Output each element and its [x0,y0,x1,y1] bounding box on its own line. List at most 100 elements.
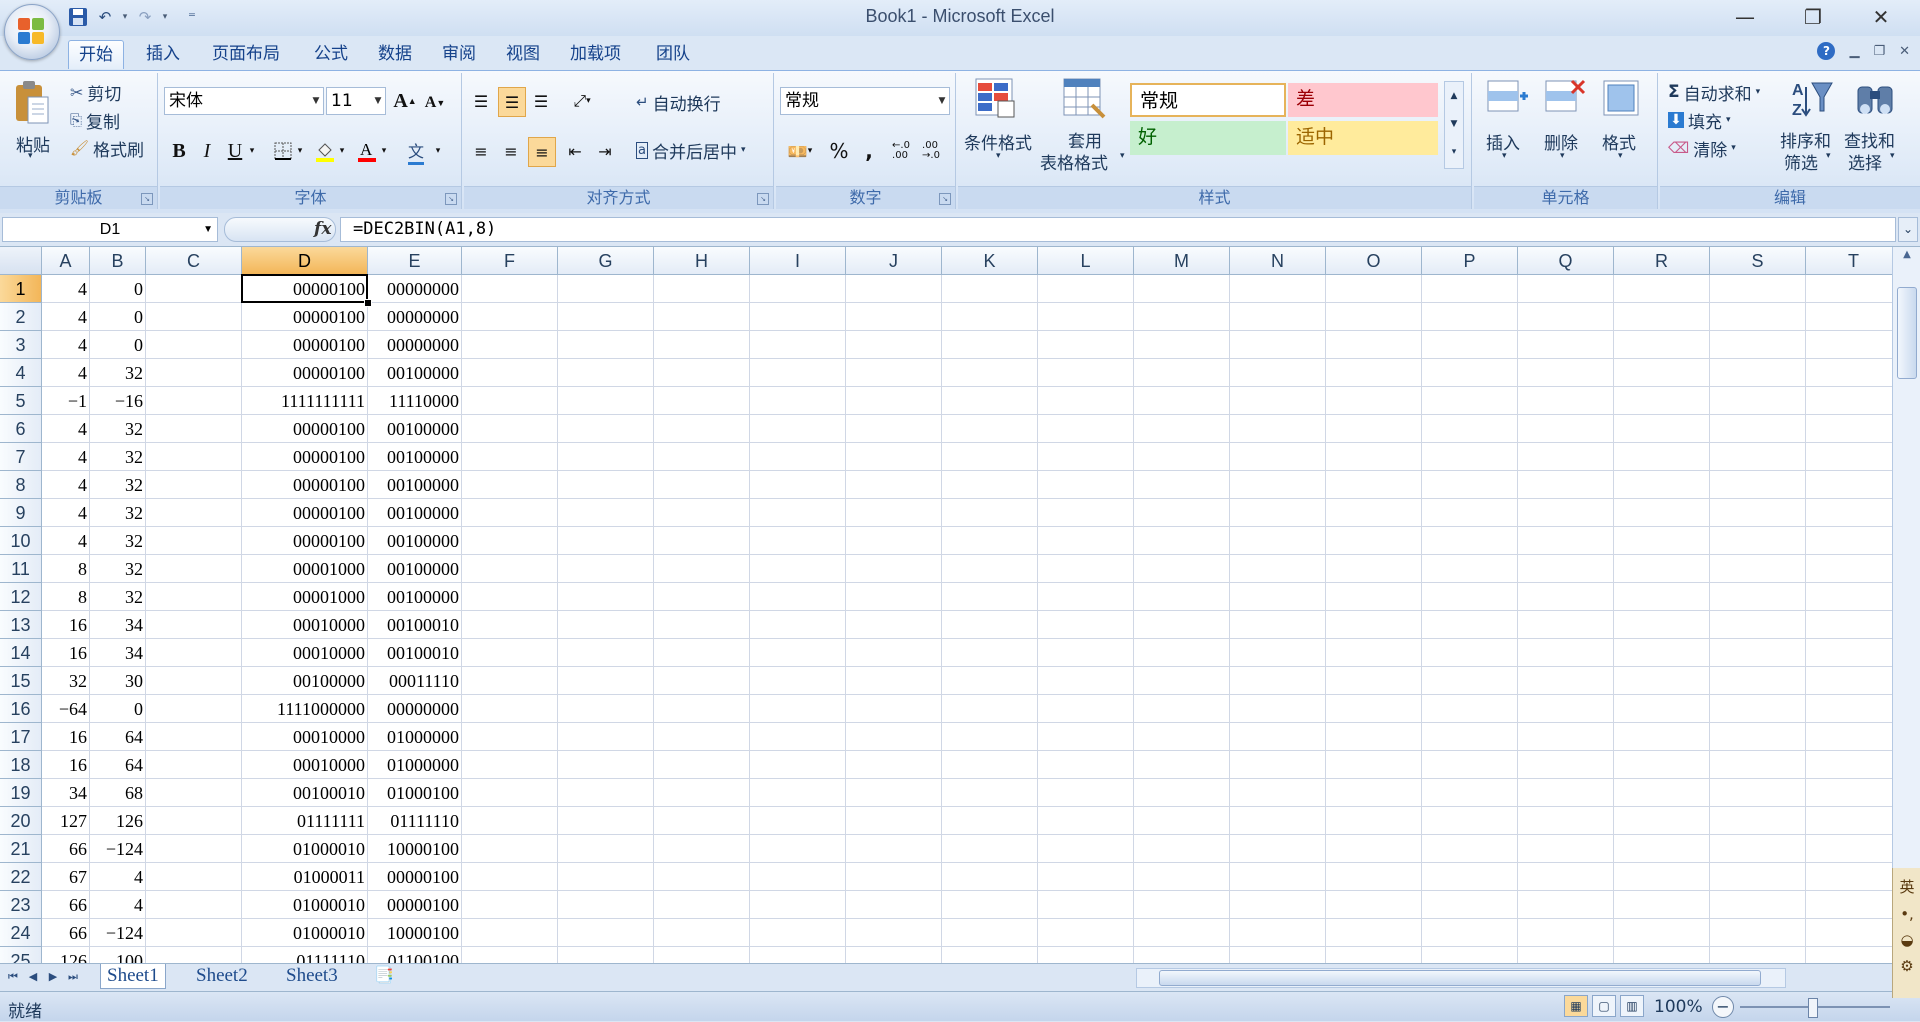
cell-D6[interactable]: 00000100 [242,415,368,443]
tab-view[interactable]: 视图 [496,40,550,68]
cell-D24[interactable]: 01000010 [242,919,368,947]
row-header-7[interactable]: 7 [0,443,42,471]
row-header-6[interactable]: 6 [0,415,42,443]
font-color-dropdown-icon[interactable]: ▾ [378,137,390,165]
cell-A14[interactable]: 16 [42,639,90,667]
name-box[interactable]: D1 ▼ [2,217,218,242]
cell-D16[interactable]: 1111000000 [242,695,368,723]
cell-D22[interactable]: 01000011 [242,863,368,891]
cell-B10[interactable]: 32 [90,527,146,555]
sheet-tab-sheet2[interactable]: Sheet2 [190,964,254,988]
font-name-dropdown-icon[interactable]: ▼ [309,88,323,114]
row-header-12[interactable]: 12 [0,583,42,611]
cell-D10[interactable]: 00000100 [242,527,368,555]
cell-E12[interactable]: 00100000 [368,583,462,611]
fill-color-dropdown-icon[interactable]: ▾ [336,137,348,165]
cell-B20[interactable]: 126 [90,807,146,835]
ime-shape-icon[interactable]: ◒ [1893,931,1920,949]
ime-punct-icon[interactable]: •, [1893,905,1920,923]
cell-B17[interactable]: 64 [90,723,146,751]
cell-B13[interactable]: 34 [90,611,146,639]
clear-dropdown-icon[interactable]: ▾ [1731,143,1736,153]
tab-data[interactable]: 数据 [368,40,422,68]
underline-dropdown-icon[interactable]: ▾ [246,137,258,165]
accounting-format-button[interactable]: 💴 ▾ [780,137,820,165]
number-launcher-icon[interactable]: ↘ [939,193,951,205]
fill-button[interactable]: ⬇ 填充 ▾ [1668,107,1731,133]
align-center-button[interactable]: ≡ [498,137,524,165]
scroll-up-icon[interactable]: ▲ [1893,249,1920,267]
find-select-button[interactable]: 查找和 选择 ▾ [1844,77,1908,177]
row-header-5[interactable]: 5 [0,387,42,415]
horizontal-scrollbar[interactable] [1136,968,1786,988]
horizontal-scroll-thumb[interactable] [1159,970,1761,986]
gallery-down-icon[interactable]: ▼ [1445,110,1463,138]
percent-button[interactable]: % [826,137,852,165]
cell-A4[interactable]: 4 [42,359,90,387]
fill-color-button[interactable] [312,137,338,165]
column-header-G[interactable]: G [558,247,654,275]
tab-insert[interactable]: 插入 [136,40,190,68]
cell-A15[interactable]: 32 [42,667,90,695]
cell-A1[interactable]: 4 [42,275,90,303]
clear-button[interactable]: ⌫ 清除 ▾ [1668,135,1736,161]
cell-D18[interactable]: 00010000 [242,751,368,779]
cell-D21[interactable]: 01000010 [242,835,368,863]
cell-D13[interactable]: 00010000 [242,611,368,639]
style-neutral[interactable]: 适中 [1288,121,1438,155]
row-header-8[interactable]: 8 [0,471,42,499]
align-bottom-button[interactable]: ☰ [528,87,554,115]
borders-button[interactable] [270,137,296,165]
cell-A19[interactable]: 34 [42,779,90,807]
row-header-25[interactable]: 25 [0,947,42,963]
column-header-P[interactable]: P [1422,247,1518,275]
ime-mode-icon[interactable]: 英 [1893,876,1920,897]
column-header-J[interactable]: J [846,247,942,275]
cell-A2[interactable]: 4 [42,303,90,331]
clipboard-launcher-icon[interactable]: ↘ [141,193,153,205]
cell-D19[interactable]: 00100010 [242,779,368,807]
align-middle-button[interactable]: ☰ [498,87,526,117]
underline-button[interactable]: U [222,137,248,165]
row-header-23[interactable]: 23 [0,891,42,919]
column-header-B[interactable]: B [90,247,146,275]
vertical-scroll-thumb[interactable] [1897,287,1917,379]
zoom-slider-knob[interactable] [1808,998,1818,1018]
column-header-H[interactable]: H [654,247,750,275]
format-as-table-button[interactable]: 套用 表格格式 ▾ [1040,77,1130,177]
column-header-D[interactable]: D [242,247,368,275]
row-header-1[interactable]: 1 [0,275,42,303]
undo-icon[interactable]: ↶ [94,6,116,28]
tab-review[interactable]: 审阅 [432,40,486,68]
cell-E22[interactable]: 00000100 [368,863,462,891]
format-cells-dropdown-icon[interactable]: ▾ [1618,151,1623,161]
number-format-combo[interactable]: 常规 ▼ [780,87,950,115]
copy-button[interactable]: ⎘ 复制 [70,107,120,133]
cell-A10[interactable]: 4 [42,527,90,555]
font-size-combo[interactable]: 11 ▼ [326,87,386,115]
cell-E20[interactable]: 01111110 [368,807,462,835]
cell-B8[interactable]: 32 [90,471,146,499]
cell-B15[interactable]: 30 [90,667,146,695]
orientation-button[interactable]: ⤢ ▾ [564,87,600,115]
cell-B9[interactable]: 32 [90,499,146,527]
cell-B23[interactable]: 4 [90,891,146,919]
italic-button[interactable]: I [194,137,220,165]
row-header-2[interactable]: 2 [0,303,42,331]
cell-B25[interactable]: 100 [90,947,146,963]
cell-B6[interactable]: 32 [90,415,146,443]
font-name-combo[interactable]: 宋体 ▼ [164,87,324,115]
insert-cells-button[interactable]: 插入 ▾ [1478,77,1534,177]
delete-cells-dropdown-icon[interactable]: ▾ [1560,151,1565,161]
customize-qat-icon[interactable]: ⁼ [184,6,200,28]
cell-B12[interactable]: 32 [90,583,146,611]
delete-cells-button[interactable]: 删除 ▾ [1536,77,1592,177]
cell-A5[interactable]: −1 [42,387,90,415]
cell-A21[interactable]: 66 [42,835,90,863]
increase-indent-button[interactable]: ⇥ [592,137,618,165]
cell-B14[interactable]: 34 [90,639,146,667]
cell-B1[interactable]: 0 [90,275,146,303]
column-header-S[interactable]: S [1710,247,1806,275]
tab-home[interactable]: 开始 [68,40,124,69]
column-header-M[interactable]: M [1134,247,1230,275]
